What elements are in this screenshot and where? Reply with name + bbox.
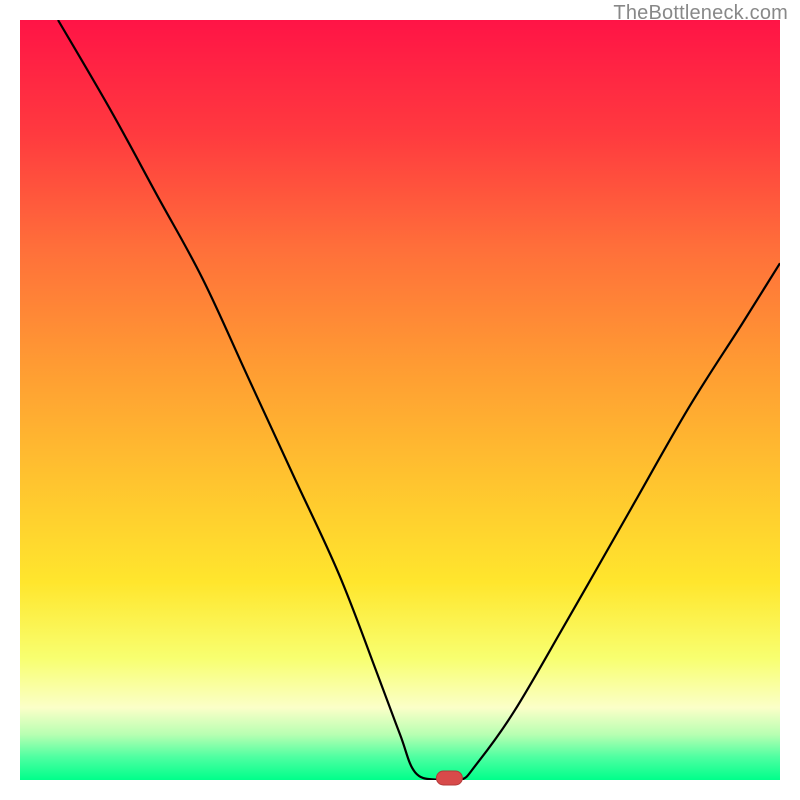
chart-root: { "attribution": "TheBottleneck.com", "c… <box>0 0 800 800</box>
attribution-label: TheBottleneck.com <box>613 2 788 25</box>
bottleneck-chart <box>0 0 800 800</box>
optimum-marker <box>436 771 462 785</box>
plot-background <box>20 20 780 780</box>
